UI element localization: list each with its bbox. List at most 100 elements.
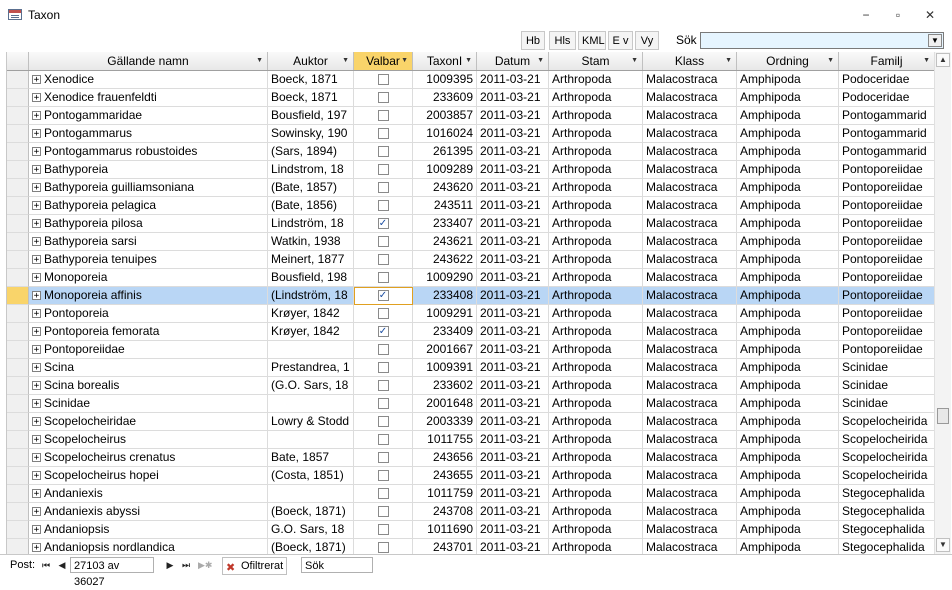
table-row[interactable]: + Bathyporeia guilliamsoniana (Bate, 1857)… bbox=[7, 179, 935, 197]
expand-icon[interactable]: + bbox=[32, 525, 41, 535]
cell-taxonid[interactable]: 2003339 bbox=[413, 413, 477, 431]
cell-valbar[interactable] bbox=[354, 413, 413, 431]
cell-valbar[interactable] bbox=[354, 143, 413, 161]
cell-ordning[interactable]: Amphipoda bbox=[737, 377, 839, 395]
cell-taxonid[interactable]: 1009290 bbox=[413, 269, 477, 287]
cell-valbar[interactable] bbox=[354, 341, 413, 359]
cell-gallande-namn[interactable]: + Pontoporeiidae bbox=[29, 341, 268, 359]
ev-button[interactable]: E v bbox=[608, 31, 633, 50]
cell-taxonid[interactable]: 1009289 bbox=[413, 161, 477, 179]
cell-taxonid[interactable]: 233407 bbox=[413, 215, 477, 233]
cell-datum[interactable]: 2011-03-21 bbox=[477, 359, 549, 377]
cell-stam[interactable]: Arthropoda bbox=[549, 89, 643, 107]
kml-button[interactable]: KML bbox=[578, 31, 606, 50]
table-row[interactable]: + Monoporeia Bousfield, 198 1009290 2011-03-… bbox=[7, 269, 935, 287]
column-header-datum[interactable]: Datum ▼ bbox=[477, 52, 549, 70]
valbar-checkbox[interactable] bbox=[377, 362, 389, 374]
cell-valbar[interactable] bbox=[354, 359, 413, 377]
cell-ordning[interactable]: Amphipoda bbox=[737, 467, 839, 485]
table-row[interactable]: + Scina Prestandrea, 1 1009391 2011-03-21 Art… bbox=[7, 359, 935, 377]
cell-klass[interactable]: Malacostraca bbox=[643, 161, 737, 179]
cell-stam[interactable]: Arthropoda bbox=[549, 539, 643, 554]
cell-taxonid[interactable]: 1016024 bbox=[413, 125, 477, 143]
cell-auktor[interactable] bbox=[268, 341, 354, 359]
cell-valbar[interactable] bbox=[354, 251, 413, 269]
cell-valbar[interactable] bbox=[354, 125, 413, 143]
search-combobox[interactable]: ▼ bbox=[700, 32, 944, 49]
cell-ordning[interactable]: Amphipoda bbox=[737, 395, 839, 413]
expand-icon[interactable]: + bbox=[32, 543, 41, 553]
cell-ordning[interactable]: Amphipoda bbox=[737, 503, 839, 521]
cell-stam[interactable]: Arthropoda bbox=[549, 449, 643, 467]
cell-klass[interactable]: Malacostraca bbox=[643, 89, 737, 107]
chevron-down-icon[interactable]: ▼ bbox=[725, 52, 732, 70]
cell-taxonid[interactable]: 1009391 bbox=[413, 359, 477, 377]
cell-taxonid[interactable]: 2003857 bbox=[413, 107, 477, 125]
cell-valbar[interactable]: ✓ bbox=[354, 323, 413, 341]
cell-familj[interactable]: Pontoporeiidae bbox=[839, 233, 935, 251]
cell-stam[interactable]: Arthropoda bbox=[549, 395, 643, 413]
cell-ordning[interactable]: Amphipoda bbox=[737, 431, 839, 449]
cell-klass[interactable]: Malacostraca bbox=[643, 323, 737, 341]
cell-klass[interactable]: Malacostraca bbox=[643, 287, 737, 305]
restore-button[interactable]: ▫ bbox=[888, 6, 908, 24]
table-row[interactable]: + Andaniopsis nordlandica (Boeck, 1871) 243… bbox=[7, 539, 935, 554]
record-selector[interactable] bbox=[7, 395, 29, 413]
cell-gallande-namn[interactable]: + Monoporeia bbox=[29, 269, 268, 287]
record-selector[interactable] bbox=[7, 359, 29, 377]
cell-gallande-namn[interactable]: + Scopelocheirus hopei bbox=[29, 467, 268, 485]
cell-gallande-namn[interactable]: + Bathyporeia pelagica bbox=[29, 197, 268, 215]
record-selector[interactable] bbox=[7, 197, 29, 215]
cell-valbar[interactable] bbox=[354, 89, 413, 107]
cell-gallande-namn[interactable]: + Andaniopsis nordlandica bbox=[29, 539, 268, 554]
record-selector[interactable] bbox=[7, 161, 29, 179]
cell-ordning[interactable]: Amphipoda bbox=[737, 233, 839, 251]
cell-stam[interactable]: Arthropoda bbox=[549, 467, 643, 485]
table-row[interactable]: + Pontogammarus Sowinsky, 190 1016024 2011-0… bbox=[7, 125, 935, 143]
cell-gallande-namn[interactable]: + Bathyporeia tenuipes bbox=[29, 251, 268, 269]
expand-icon[interactable]: + bbox=[32, 129, 41, 139]
cell-auktor[interactable] bbox=[268, 395, 354, 413]
valbar-checkbox[interactable] bbox=[377, 146, 389, 158]
cell-auktor[interactable]: Bate, 1857 bbox=[268, 449, 354, 467]
record-selector[interactable] bbox=[7, 215, 29, 233]
table-row[interactable]: + Bathyporeia pelagica (Bate, 1856) 243511 2… bbox=[7, 197, 935, 215]
chevron-down-icon[interactable]: ▼ bbox=[465, 52, 472, 70]
cell-gallande-namn[interactable]: + Scina bbox=[29, 359, 268, 377]
cell-stam[interactable]: Arthropoda bbox=[549, 323, 643, 341]
cell-familj[interactable]: Scopelocheirida bbox=[839, 467, 935, 485]
cell-valbar[interactable] bbox=[354, 449, 413, 467]
cell-stam[interactable]: Arthropoda bbox=[549, 287, 643, 305]
cell-taxonid[interactable]: 233409 bbox=[413, 323, 477, 341]
cell-datum[interactable]: 2011-03-21 bbox=[477, 503, 549, 521]
cell-familj[interactable]: Stegocephalida bbox=[839, 503, 935, 521]
record-selector[interactable] bbox=[7, 413, 29, 431]
cell-taxonid[interactable]: 1011690 bbox=[413, 521, 477, 539]
cell-klass[interactable]: Malacostraca bbox=[643, 359, 737, 377]
hls-button[interactable]: Hls bbox=[549, 31, 576, 50]
cell-klass[interactable]: Malacostraca bbox=[643, 539, 737, 554]
cell-klass[interactable]: Malacostraca bbox=[643, 107, 737, 125]
cell-taxonid[interactable]: 243621 bbox=[413, 233, 477, 251]
cell-ordning[interactable]: Amphipoda bbox=[737, 89, 839, 107]
cell-klass[interactable]: Malacostraca bbox=[643, 377, 737, 395]
cell-datum[interactable]: 2011-03-21 bbox=[477, 89, 549, 107]
cell-auktor[interactable]: (Bate, 1856) bbox=[268, 197, 354, 215]
record-search-input[interactable]: Sök bbox=[301, 557, 373, 573]
cell-datum[interactable]: 2011-03-21 bbox=[477, 449, 549, 467]
record-selector[interactable] bbox=[7, 341, 29, 359]
cell-auktor[interactable]: G.O. Sars, 18 bbox=[268, 521, 354, 539]
expand-icon[interactable]: + bbox=[32, 363, 41, 373]
record-selector[interactable] bbox=[7, 89, 29, 107]
cell-taxonid[interactable]: 233408 bbox=[413, 287, 477, 305]
cell-datum[interactable]: 2011-03-21 bbox=[477, 377, 549, 395]
cell-datum[interactable]: 2011-03-21 bbox=[477, 395, 549, 413]
record-selector[interactable] bbox=[7, 269, 29, 287]
scroll-down-icon[interactable]: ▼ bbox=[936, 538, 950, 552]
cell-klass[interactable]: Malacostraca bbox=[643, 341, 737, 359]
cell-klass[interactable]: Malacostraca bbox=[643, 467, 737, 485]
cell-valbar[interactable] bbox=[354, 377, 413, 395]
cell-auktor[interactable]: Lindström, 18 bbox=[268, 215, 354, 233]
expand-icon[interactable]: + bbox=[32, 417, 41, 427]
cell-datum[interactable]: 2011-03-21 bbox=[477, 71, 549, 89]
